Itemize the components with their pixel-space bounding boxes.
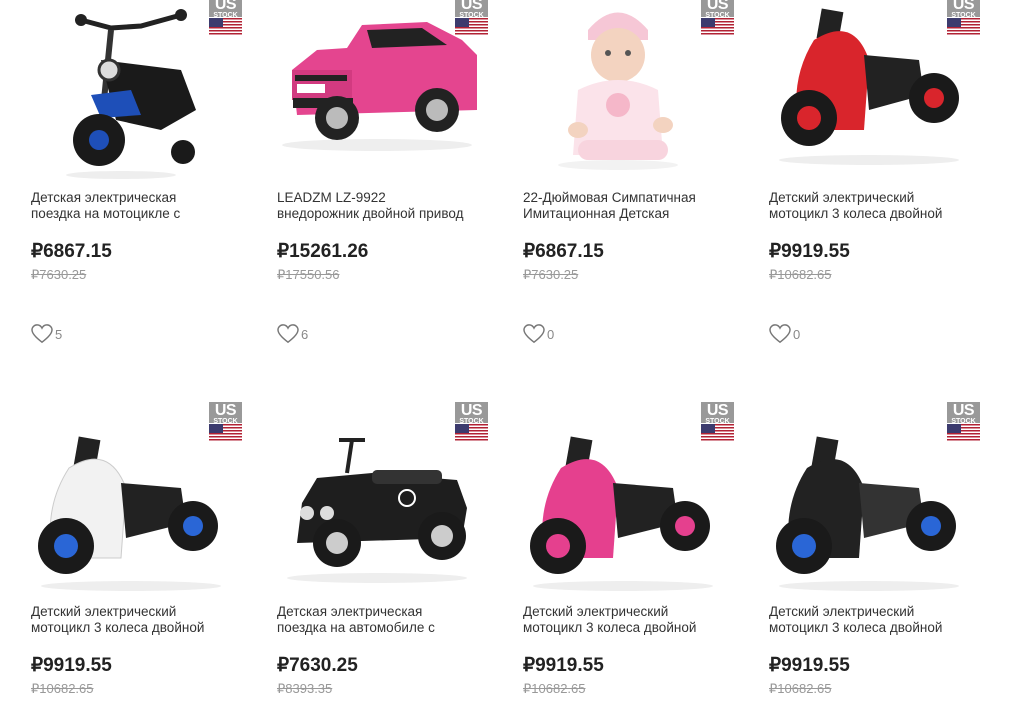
- us-flag-icon: [701, 18, 734, 35]
- tricycle-image: [776, 436, 959, 591]
- product-old-price: ₽7630.25: [523, 267, 579, 282]
- us-flag-icon: [209, 424, 242, 441]
- product-image-tricycle-pink[interactable]: [523, 418, 755, 598]
- product-image-tricycle-white[interactable]: [31, 418, 263, 598]
- like-button[interactable]: 0: [769, 324, 800, 344]
- like-button[interactable]: 0: [523, 324, 554, 344]
- us-flag-icon: [209, 18, 242, 35]
- us-flag-icon: [455, 18, 488, 35]
- ride-on-car-image: [287, 438, 467, 583]
- product-title[interactable]: 22-Дюймовая Симпатичная Имитационная Детс…: [523, 190, 753, 222]
- us-stock-badge: US STOCK: [209, 402, 242, 441]
- product-price: ₽6867.15: [523, 241, 604, 262]
- product-price: ₽9919.55: [769, 655, 850, 676]
- product-old-price: ₽10682.65: [523, 681, 586, 696]
- like-count: 6: [301, 326, 309, 342]
- like-count: 5: [55, 326, 63, 342]
- product-title[interactable]: Детский электрический мотоцикл 3 колеса д…: [769, 190, 999, 222]
- us-stock-badge: US STOCK: [947, 402, 980, 441]
- heart-icon: [769, 324, 791, 344]
- us-stock-badge: US STOCK: [455, 0, 488, 35]
- us-stock-badge: US STOCK: [947, 0, 980, 35]
- us-flag-icon: [701, 424, 734, 441]
- like-count: 0: [793, 326, 801, 342]
- us-stock-badge: US STOCK: [701, 0, 734, 35]
- us-flag-icon: [947, 18, 980, 35]
- product-title[interactable]: Детская электрическая поездка на мотоцикл…: [31, 190, 261, 222]
- product-price: ₽9919.55: [523, 655, 604, 676]
- tricycle-image: [530, 436, 713, 591]
- product-old-price: ₽17550.56: [277, 267, 340, 282]
- us-stock-badge: US STOCK: [701, 402, 734, 441]
- heart-icon: [31, 324, 53, 344]
- us-flag-icon: [455, 424, 488, 441]
- product-title[interactable]: Детский электрический мотоцикл 3 колеса д…: [769, 604, 999, 636]
- product-old-price: ₽7630.25: [31, 267, 87, 282]
- product-title[interactable]: Детский электрический мотоцикл 3 колеса д…: [31, 604, 261, 636]
- us-flag-icon: [947, 424, 980, 441]
- product-price: ₽7630.25: [277, 655, 358, 676]
- us-stock-badge: US STOCK: [455, 402, 488, 441]
- product-old-price: ₽10682.65: [769, 267, 832, 282]
- us-stock-badge: US STOCK: [209, 0, 242, 35]
- product-price: ₽9919.55: [31, 655, 112, 676]
- product-title[interactable]: LEADZM LZ-9922 внедорожник двойной привод: [277, 190, 507, 222]
- product-price: ₽15261.26: [277, 241, 369, 262]
- product-image-ride-on-car[interactable]: [277, 418, 509, 598]
- product-title[interactable]: Детская электрическая поездка на автомоби…: [277, 604, 507, 636]
- like-button[interactable]: 5: [31, 324, 62, 344]
- like-count: 0: [547, 326, 555, 342]
- tricycle-image: [38, 436, 221, 591]
- product-image-tricycle-black[interactable]: [769, 418, 1001, 598]
- product-old-price: ₽10682.65: [31, 681, 94, 696]
- product-price: ₽6867.15: [31, 241, 112, 262]
- product-old-price: ₽10682.65: [769, 681, 832, 696]
- product-old-price: ₽8393.35: [277, 681, 333, 696]
- like-button[interactable]: 6: [277, 324, 308, 344]
- product-price: ₽9919.55: [769, 241, 850, 262]
- heart-icon: [277, 324, 299, 344]
- heart-icon: [523, 324, 545, 344]
- product-title[interactable]: Детский электрический мотоцикл 3 колеса д…: [523, 604, 753, 636]
